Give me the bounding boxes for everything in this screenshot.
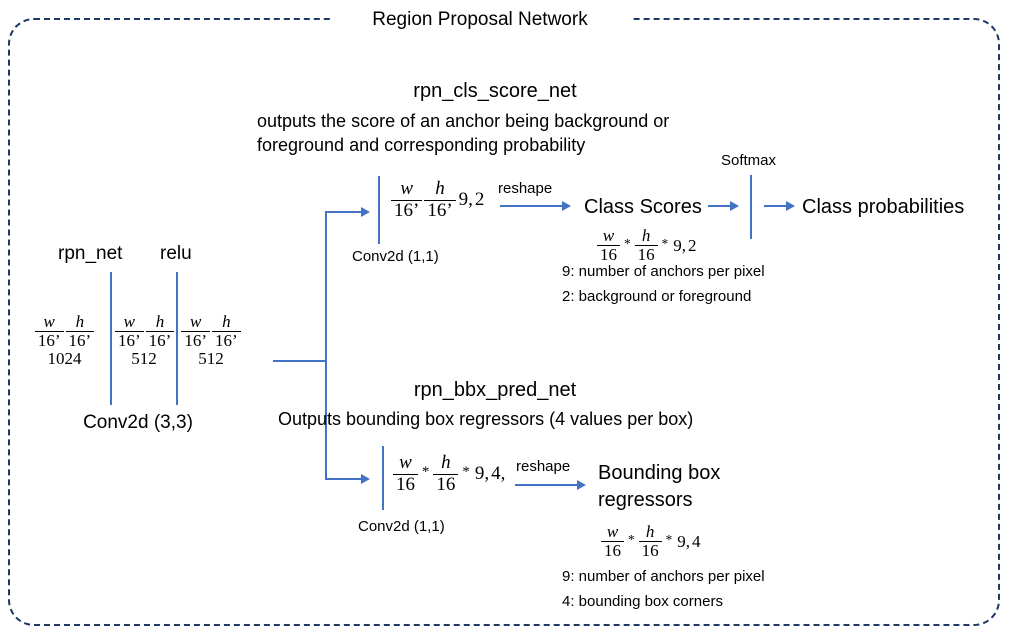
multiply-operator: * bbox=[628, 531, 635, 547]
bbox-output-label-line2: regressors bbox=[598, 489, 693, 511]
bbox-reshape-label: reshape bbox=[516, 458, 571, 475]
fraction-h-16: h 16 bbox=[634, 226, 658, 265]
bbox-output-label-line1: Bounding box bbox=[598, 462, 721, 484]
cls-tensor-classes: 2 bbox=[474, 189, 485, 211]
class-scores-shape: w 16 * h 16 * 9 , 2 bbox=[596, 226, 697, 265]
label-relu: relu bbox=[160, 243, 192, 264]
branch-arrow-cls-head bbox=[361, 207, 370, 217]
bbox-branch-heading: rpn_bbx_pred_net bbox=[413, 379, 577, 401]
bbox-note-corners: 4: bounding box corners bbox=[562, 593, 723, 610]
softmax-to-probs-arrow-head bbox=[786, 201, 795, 211]
cls-conv-label: Conv2d (1,1) bbox=[352, 248, 439, 265]
stage-channels: 1024 bbox=[47, 348, 82, 368]
bbox-output-coords: 4 bbox=[692, 531, 701, 551]
bbox-output-anchors: 9 bbox=[677, 531, 686, 551]
fraction-h-16: h 16 bbox=[638, 522, 662, 561]
softmax-to-probs-arrow-line bbox=[764, 205, 788, 207]
fraction-w-16: w 16 bbox=[601, 522, 624, 561]
cls-branch-heading: rpn_cls_score_net bbox=[413, 80, 577, 102]
multiply-operator: * bbox=[422, 463, 430, 480]
stage-divider-1 bbox=[110, 272, 112, 405]
split-vertical-line bbox=[325, 212, 327, 480]
bbox-output-shape: w 16 * h 16 * 9 , 4 bbox=[600, 522, 701, 561]
cls-note-anchors: 9: number of anchors per pixel bbox=[562, 263, 765, 280]
stage-input-feature-map: w 16’ h 16’ 1024 bbox=[22, 312, 107, 369]
softmax-divider bbox=[750, 175, 752, 239]
bbox-tensor-anchors: 9 bbox=[474, 463, 485, 485]
stage-rpn-net-output: w 16’ h 16’ 512 bbox=[114, 312, 175, 369]
fraction-w-16: w 16 bbox=[597, 226, 620, 265]
softmax-label: Softmax bbox=[721, 152, 777, 169]
multiply-operator: * bbox=[661, 235, 669, 251]
fraction-w-16: w 16’ bbox=[34, 312, 64, 351]
stage-channels: 512 bbox=[131, 348, 157, 368]
label-conv2d-3x3: Conv2d (3,3) bbox=[83, 412, 193, 433]
cls-tensor-anchors: 9 bbox=[458, 189, 469, 211]
bbox-tensor-coords: 4 bbox=[491, 463, 501, 485]
class-scores-anchors: 9 bbox=[673, 235, 682, 255]
bbox-note-anchors: 9: number of anchors per pixel bbox=[562, 568, 765, 585]
fraction-w-16: w 16’ bbox=[115, 312, 144, 351]
cls-reshape-arrow-head bbox=[562, 201, 571, 211]
bbox-reshape-arrow-line bbox=[515, 484, 579, 486]
stage-relu-output: w 16’ h 16’ 512 bbox=[180, 312, 242, 369]
cls-reshape-arrow-line bbox=[500, 205, 564, 207]
stage-divider-2 bbox=[176, 272, 178, 405]
bbox-reshape-arrow-head bbox=[577, 480, 586, 490]
trunk-line bbox=[273, 360, 327, 362]
multiply-operator: * bbox=[462, 463, 470, 480]
fraction-h-16: h 16’ bbox=[424, 178, 456, 221]
cls-conv-divider bbox=[378, 176, 380, 244]
bbox-conv-label: Conv2d (1,1) bbox=[358, 518, 445, 535]
stage-channels: 512 bbox=[198, 348, 224, 368]
fraction-h-16: h 16 bbox=[433, 452, 459, 495]
multiply-operator: * bbox=[624, 235, 631, 251]
fraction-w-16: w 16’ bbox=[181, 312, 210, 351]
label-rpn-net: rpn_net bbox=[58, 243, 123, 264]
bbox-conv-divider bbox=[382, 446, 384, 510]
cls-reshape-label: reshape bbox=[498, 180, 553, 197]
class-scores-classes: 2 bbox=[688, 235, 697, 255]
class-scores-label: Class Scores bbox=[584, 196, 702, 218]
cls-branch-description-line2: foreground and corresponding probability bbox=[257, 135, 586, 155]
cls-to-softmax-arrow-line bbox=[708, 205, 732, 207]
branch-arrow-bbox-head bbox=[361, 474, 370, 484]
class-probabilities-label: Class probabilities bbox=[802, 196, 965, 218]
cls-to-softmax-arrow-head bbox=[730, 201, 739, 211]
cls-tensor-shape: w 16’ h 16’ 9 , 2 bbox=[390, 178, 484, 221]
multiply-operator: * bbox=[665, 531, 673, 547]
cls-branch-description-line1: outputs the score of an anchor being bac… bbox=[257, 111, 670, 131]
fraction-h-16: h 16’ bbox=[145, 312, 175, 351]
page-title: Region Proposal Network bbox=[372, 9, 588, 30]
bbox-branch-description: Outputs bounding box regressors (4 value… bbox=[278, 409, 694, 429]
fraction-h-16: h 16’ bbox=[212, 312, 241, 351]
fraction-h-16: h 16’ bbox=[65, 312, 95, 351]
branch-arrow-cls-line bbox=[325, 211, 363, 213]
cls-note-classes: 2: background or foreground bbox=[562, 288, 752, 305]
bbox-tensor-trailing: , bbox=[500, 463, 506, 485]
fraction-w-16: w 16’ bbox=[391, 178, 423, 221]
branch-arrow-bbox-line bbox=[325, 478, 363, 480]
bbox-tensor-shape: w 16 * h 16 * 9 , 4 , bbox=[392, 452, 505, 495]
fraction-w-16: w 16 bbox=[393, 452, 418, 495]
